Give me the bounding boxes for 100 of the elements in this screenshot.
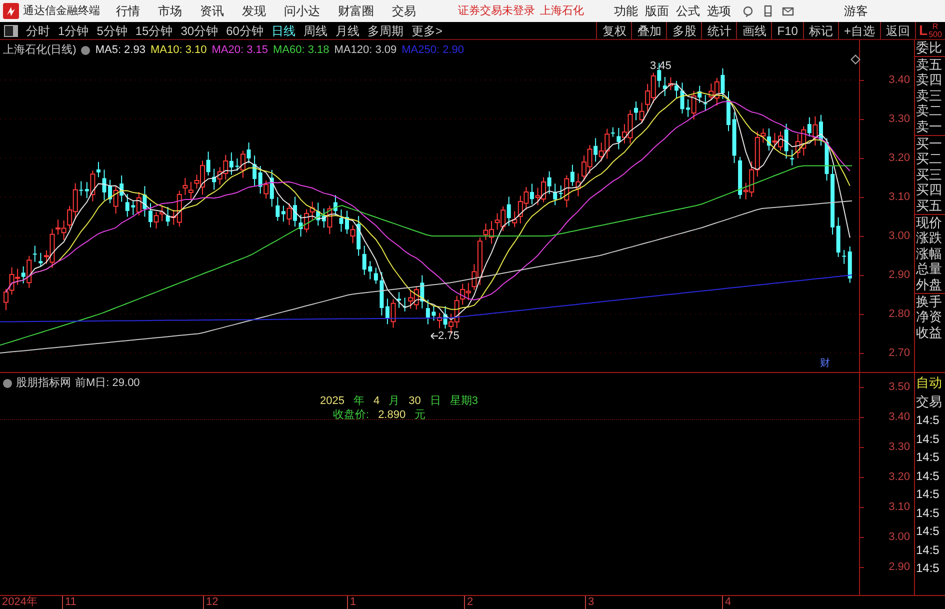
menu-item[interactable]: 发现 — [242, 4, 266, 18]
menu-item[interactable]: 选项 — [707, 4, 731, 18]
app-title: 通达信金融终端 — [23, 4, 100, 18]
quote-label: 收益 — [915, 324, 943, 340]
toolbar-button[interactable]: 标记 — [802, 22, 838, 39]
ma-value: MA250: 2.90 — [402, 43, 464, 58]
user-label[interactable]: 游客 — [844, 4, 868, 18]
toolbar-button[interactable]: 复权 — [596, 22, 632, 39]
date-label: 3 — [585, 596, 594, 609]
menu-item[interactable]: 版面 — [645, 4, 669, 18]
period-tab[interactable]: 日线 — [267, 22, 300, 39]
menu-item[interactable]: 财富圈 — [338, 4, 374, 18]
trade-time: 14:5 — [915, 412, 940, 429]
axis-label: 3.30 — [888, 441, 910, 453]
menu-item[interactable]: 市场 — [158, 4, 182, 18]
close-price-unit: 元 — [414, 408, 426, 423]
date-label: 2024年 — [1, 596, 38, 609]
trade-time: 14:5 — [915, 560, 940, 577]
quote-label: 卖二 — [915, 103, 943, 119]
quote-label: 涨跌 — [915, 230, 943, 246]
menu-item[interactable]: 功能 — [614, 4, 638, 18]
period-tab[interactable]: 多周期 — [363, 22, 408, 39]
axis-label: 3.10 — [888, 191, 910, 203]
date-label: 2 — [464, 596, 474, 609]
candle — [102, 169, 106, 201]
date-label: 4 — [722, 596, 732, 609]
quote-label: 净资 — [915, 309, 943, 325]
quote-label: 买一 — [915, 136, 943, 152]
menu-item[interactable]: 行情 — [116, 4, 140, 18]
quote-label: 卖四 — [915, 72, 943, 88]
axis-label: 3.30 — [888, 113, 910, 125]
menu-item[interactable]: 问小达 — [284, 4, 320, 18]
date-text: 星期3 — [450, 394, 478, 409]
axis-label: 3.50 — [888, 381, 910, 393]
toolbar-button[interactable]: 叠加 — [631, 22, 666, 39]
login-notice: 证券交易未登录 — [458, 4, 535, 18]
toolbar-button[interactable]: 统计 — [701, 22, 736, 39]
quote-label: 买二 — [915, 151, 943, 167]
indicator-param: 前M日: 29.00 — [75, 376, 140, 391]
trade-label: 交易 — [915, 393, 943, 411]
period-tab[interactable]: 周线 — [299, 22, 332, 39]
period-tab[interactable]: 5分钟 — [92, 22, 132, 39]
stock-name: 上海石化 — [540, 4, 584, 18]
toolbar-button[interactable]: F10 — [771, 22, 803, 39]
menu-item[interactable]: 资讯 — [200, 4, 224, 18]
indicator-name: 股朋指标网 — [16, 376, 71, 391]
period-tab[interactable]: 更多> — [407, 22, 446, 39]
toolbar-button[interactable]: +自选 — [838, 22, 880, 39]
menu-item[interactable]: 交易 — [392, 4, 416, 18]
sidebar-toggle-icon[interactable] — [4, 24, 18, 36]
quote-label: 卖一 — [915, 118, 945, 136]
toolbar-button[interactable]: 多股 — [666, 22, 702, 39]
axis-label: 3.40 — [888, 74, 910, 86]
date-text: 30 — [408, 394, 421, 409]
toolbar-button[interactable]: 返回 — [880, 22, 915, 39]
period-tab[interactable]: 月线 — [331, 22, 364, 39]
quote-label: 涨幅 — [915, 246, 943, 262]
chart-title: 上海石化(日线) — [3, 43, 76, 58]
quote-label: 卖五 — [915, 56, 943, 72]
quote-label: 现价 — [915, 214, 943, 230]
quote-label: 买五 — [915, 198, 945, 215]
close-price-label: 收盘价: — [333, 408, 370, 423]
trade-time: 14:5 — [915, 542, 940, 558]
corner-label: L — [919, 21, 928, 40]
dropdown-icon[interactable] — [3, 378, 12, 388]
menu-item[interactable]: 公式 — [676, 4, 700, 18]
period-tab[interactable]: 分时 — [22, 22, 54, 39]
quote-label: 总量 — [915, 261, 943, 277]
axis-label: 3.40 — [888, 411, 910, 423]
trade-time: 14:5 — [915, 468, 940, 484]
period-tab[interactable]: 30分钟 — [176, 22, 222, 39]
trade-label: 自动 — [915, 374, 943, 392]
toolbar-button[interactable]: 画线 — [736, 22, 772, 39]
candle — [339, 208, 344, 232]
ma-value: MA10: 3.10 — [150, 43, 207, 58]
candle — [824, 138, 829, 182]
axis-label: 2.90 — [888, 561, 910, 573]
finance-marker: 财 — [820, 356, 830, 371]
close-price-value: 2.890 — [378, 408, 406, 423]
quote-label: 委比 — [915, 40, 945, 57]
logo-icon — [3, 3, 19, 19]
corner-label: R — [932, 22, 938, 30]
quote-label: 卖三 — [915, 88, 943, 104]
ma-value: MA60: 3.18 — [273, 43, 330, 58]
period-tab[interactable]: 60分钟 — [222, 22, 268, 39]
mail-icon[interactable] — [782, 5, 794, 17]
quote-label: 换手 — [915, 294, 943, 310]
axis-label: 3.20 — [888, 152, 910, 164]
phone-icon[interactable] — [762, 5, 774, 17]
period-tab[interactable]: 1分钟 — [54, 22, 93, 39]
axis-label: 2.70 — [888, 347, 910, 359]
date-label: 11 — [62, 596, 76, 609]
period-tab[interactable]: 15分钟 — [131, 22, 177, 39]
date-text: 月 — [388, 394, 400, 409]
axis-label: 3.00 — [888, 230, 910, 242]
corner-label: 500 — [928, 30, 942, 38]
dropdown-icon[interactable] — [81, 46, 90, 55]
date-text: 2025 — [320, 394, 344, 409]
date-label: 12 — [203, 596, 218, 609]
axis-label: 2.90 — [888, 269, 910, 281]
